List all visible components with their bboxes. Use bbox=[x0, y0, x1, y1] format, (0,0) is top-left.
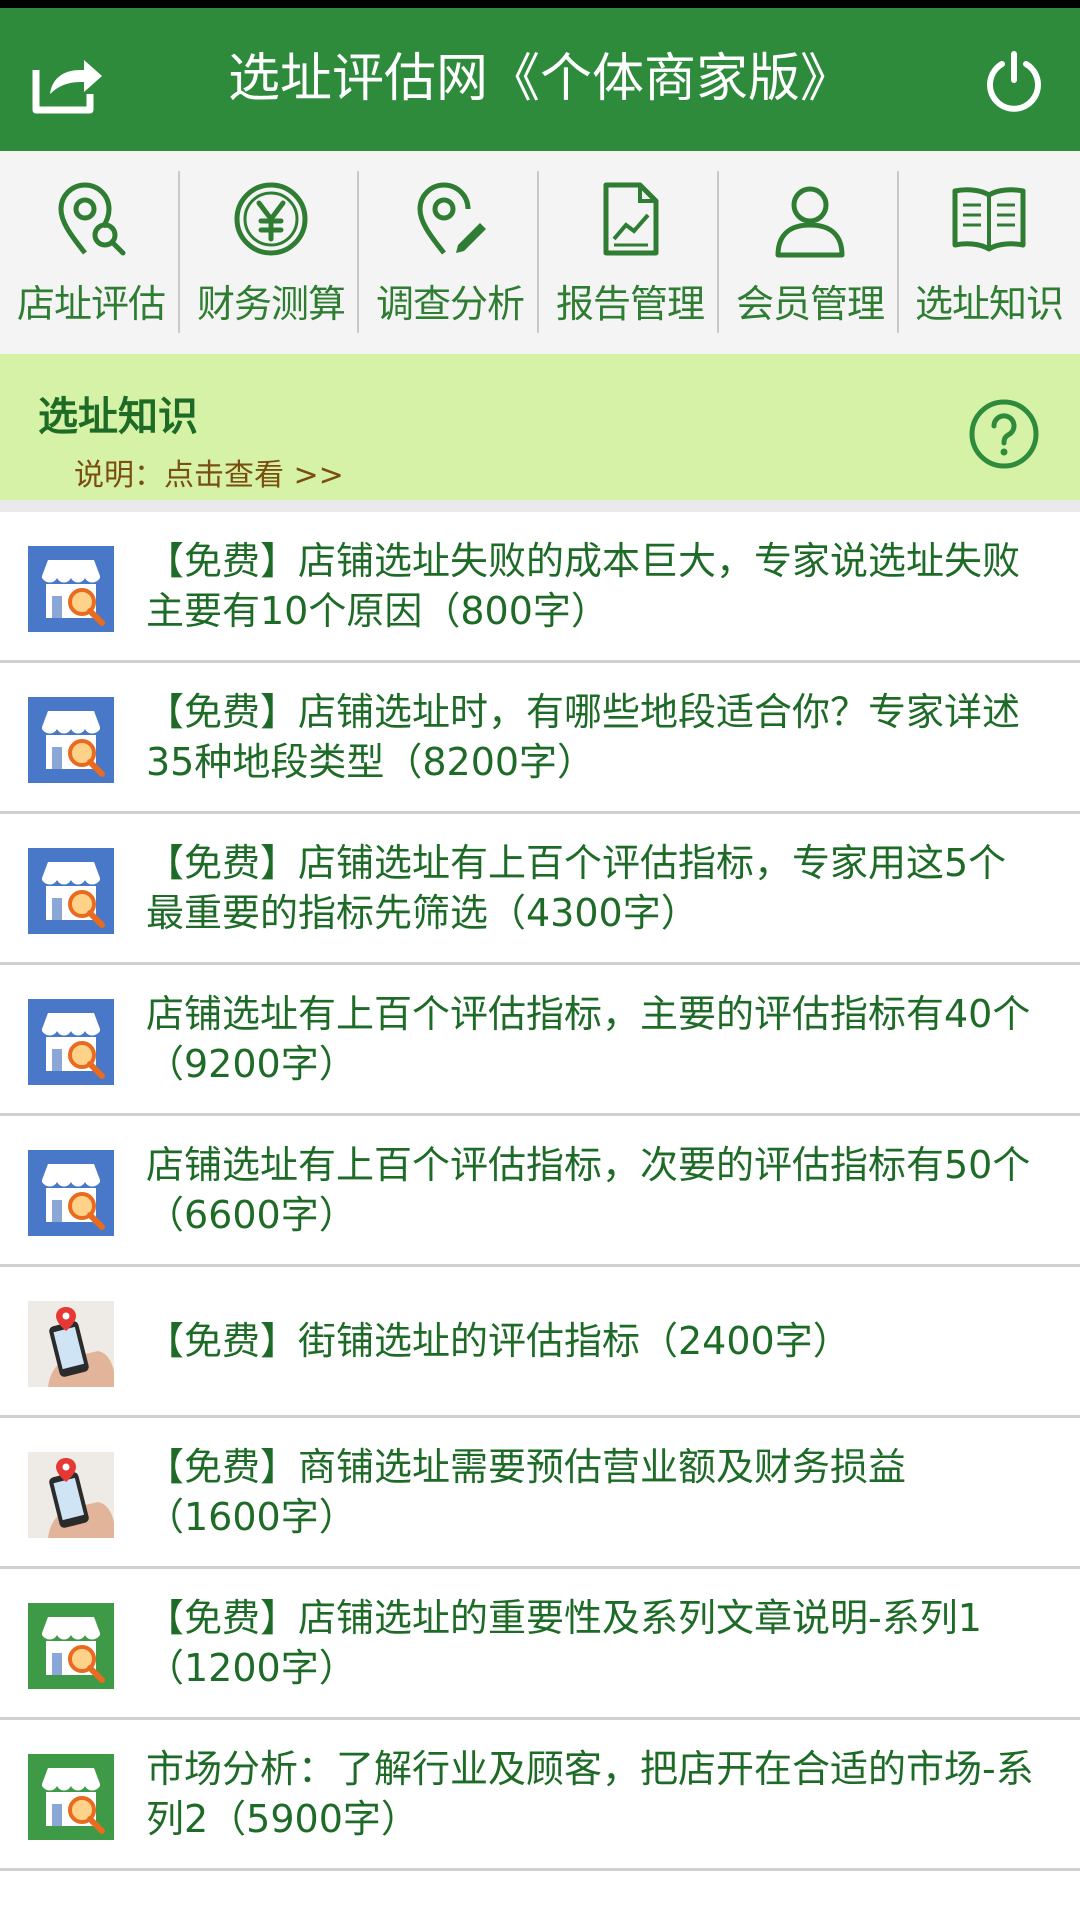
article-title: 【免费】店铺选址的重要性及系列文章说明-系列1（1200字） bbox=[146, 1596, 982, 1690]
section-title: 选址知识 bbox=[38, 394, 198, 440]
tool-financial-calc[interactable]: 财务测算 bbox=[182, 169, 360, 337]
report-chart-icon bbox=[603, 182, 659, 256]
store-search-thumbnail bbox=[28, 697, 114, 783]
section-banner[interactable]: 选址知识 说明：点击查看 >> bbox=[0, 354, 1080, 512]
phone-map-thumbnail bbox=[28, 1301, 114, 1387]
function-toolbar: 店址评估 财务测算 调查分析 报告管理 会员管理 选址知识 bbox=[0, 151, 1080, 355]
article-item[interactable]: 【免费】商铺选址需要预估营业额及财务损益（1600字） bbox=[0, 1418, 1080, 1569]
tool-site-knowledge[interactable]: 选址知识 bbox=[900, 169, 1078, 337]
tool-divider bbox=[897, 171, 899, 333]
tool-divider bbox=[717, 171, 719, 333]
tool-member-management[interactable]: 会员管理 bbox=[721, 169, 899, 337]
store-search-thumbnail bbox=[28, 546, 114, 632]
tool-label: 店址评估 bbox=[16, 282, 166, 326]
status-bar bbox=[0, 0, 1080, 8]
article-item[interactable]: 店铺选址有上百个评估指标，主要的评估指标有40个（9200字） bbox=[0, 965, 1080, 1116]
app-title: 选址评估网《个体商家版》 bbox=[227, 49, 852, 109]
article-item[interactable]: 市场分析：了解行业及顾客，把店开在合适的市场-系列2（5900字） bbox=[0, 1720, 1080, 1871]
tool-survey-analysis[interactable]: 调查分析 bbox=[361, 169, 539, 337]
article-title: 【免费】店铺选址有上百个评估指标，专家用这5个最重要的指标先筛选（4300字） bbox=[146, 841, 1007, 935]
store-search-thumbnail bbox=[28, 1603, 114, 1689]
article-title: 【免费】店铺选址失败的成本巨大，专家说选址失败主要有10个原因（800字） bbox=[146, 539, 1021, 633]
article-title: 【免费】店铺选址时，有哪些地段适合你？专家详述35种地段类型（8200字） bbox=[146, 690, 1021, 784]
section-description[interactable]: 说明：点击查看 >> bbox=[74, 450, 344, 494]
article-title: 市场分析：了解行业及顾客，把店开在合适的市场-系列2（5900字） bbox=[146, 1747, 1034, 1841]
tool-label: 报告管理 bbox=[555, 282, 705, 326]
tool-label: 财务测算 bbox=[196, 282, 346, 326]
store-search-thumbnail bbox=[28, 999, 114, 1085]
power-icon bbox=[987, 51, 1041, 112]
location-edit-icon bbox=[417, 182, 486, 255]
article-item[interactable]: 【免费】店铺选址失败的成本巨大，专家说选址失败主要有10个原因（800字） bbox=[0, 512, 1080, 663]
article-item[interactable]: 店铺选址有上百个评估指标，次要的评估指标有50个（6600字） bbox=[0, 1116, 1080, 1267]
store-search-thumbnail bbox=[28, 848, 114, 934]
tool-divider bbox=[357, 171, 359, 333]
tool-label: 调查分析 bbox=[375, 282, 525, 326]
tool-store-evaluation[interactable]: 店址评估 bbox=[2, 169, 180, 337]
app-header: 选址评估网《个体商家版》 bbox=[0, 8, 1080, 151]
store-search-thumbnail bbox=[28, 1150, 114, 1236]
yuan-coin-icon bbox=[234, 182, 308, 256]
article-item[interactable]: 【免费】街铺选址的评估指标（2400字） bbox=[0, 1267, 1080, 1418]
question-circle-icon[interactable] bbox=[968, 398, 1040, 470]
article-item[interactable]: 【免费】店铺选址时，有哪些地段适合你？专家详述35种地段类型（8200字） bbox=[0, 663, 1080, 814]
book-icon bbox=[952, 187, 1026, 252]
store-search-thumbnail bbox=[28, 1754, 114, 1840]
tool-divider bbox=[178, 171, 180, 333]
article-title: 【免费】商铺选址需要预估营业额及财务损益（1600字） bbox=[146, 1445, 907, 1539]
tool-label: 会员管理 bbox=[735, 282, 885, 326]
article-title: 店铺选址有上百个评估指标，主要的评估指标有40个（9200字） bbox=[146, 992, 1031, 1086]
phone-map-thumbnail bbox=[28, 1452, 114, 1538]
location-search-icon bbox=[58, 182, 126, 256]
user-icon bbox=[775, 186, 845, 258]
tool-report-management[interactable]: 报告管理 bbox=[541, 169, 719, 337]
tool-divider bbox=[537, 171, 539, 333]
power-button[interactable] bbox=[982, 50, 1046, 114]
article-item[interactable]: 【免费】店铺选址有上百个评估指标，专家用这5个最重要的指标先筛选（4300字） bbox=[0, 814, 1080, 965]
article-title: 【免费】街铺选址的评估指标（2400字） bbox=[146, 1319, 851, 1363]
article-title: 店铺选址有上百个评估指标，次要的评估指标有50个（6600字） bbox=[146, 1143, 1031, 1237]
article-item[interactable]: 【免费】店铺选址的重要性及系列文章说明-系列1（1200字） bbox=[0, 1569, 1080, 1720]
article-list: 【免费】店铺选址失败的成本巨大，专家说选址失败主要有10个原因（800字） 【免费… bbox=[0, 512, 1080, 1871]
tool-label: 选址知识 bbox=[914, 282, 1064, 326]
